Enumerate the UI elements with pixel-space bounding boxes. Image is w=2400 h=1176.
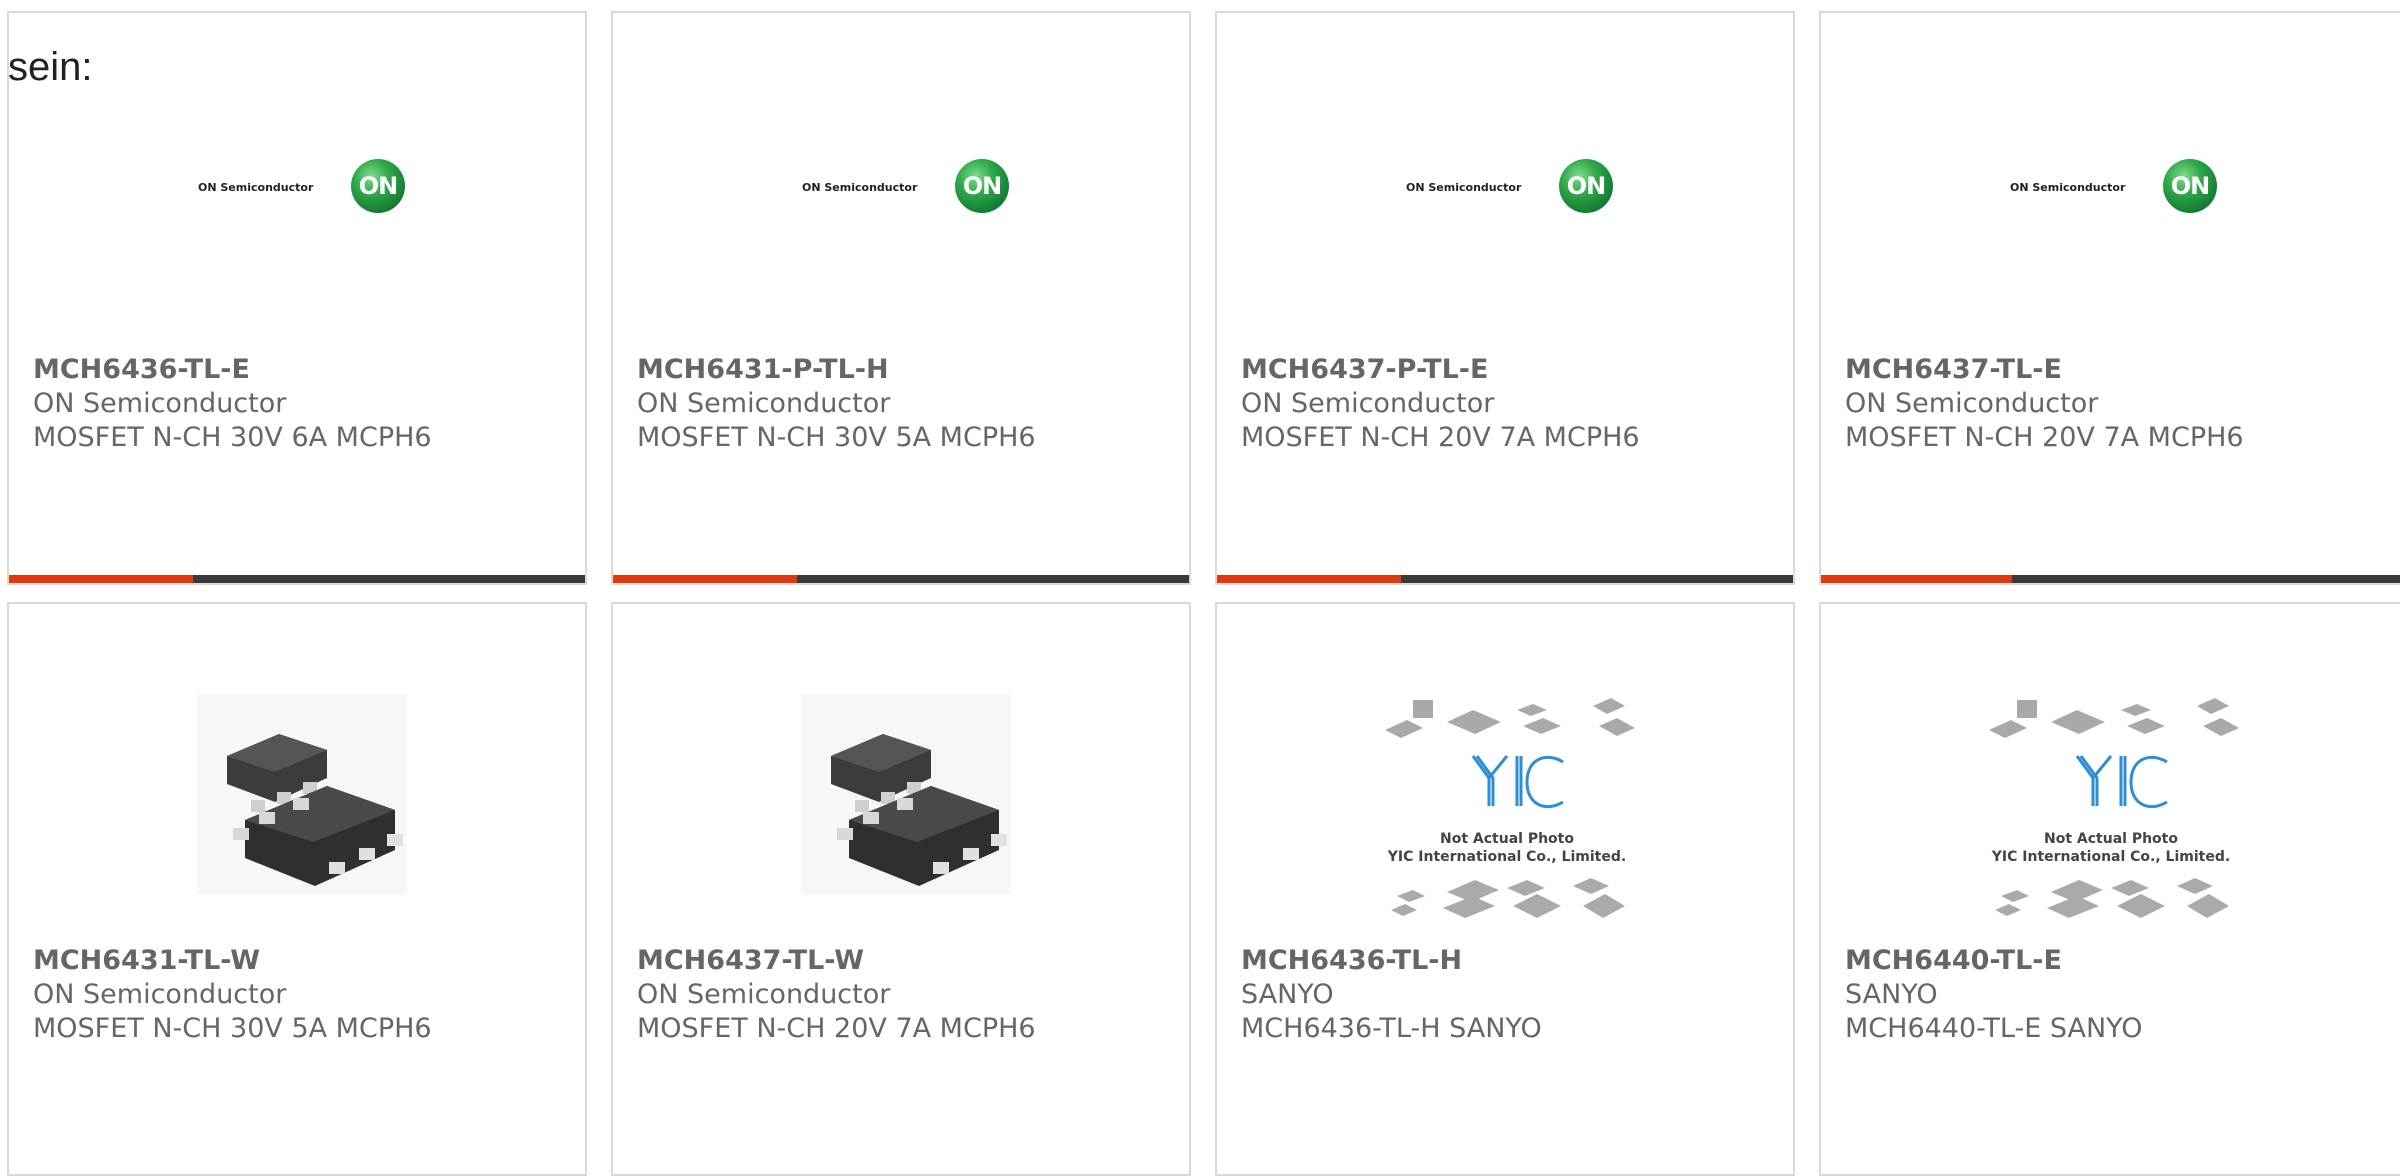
mcph6-chip-image — [197, 694, 407, 894]
part-number-link[interactable]: MCH6431-P-TL-H — [637, 353, 1179, 387]
part-number-link[interactable]: MCH6436-TL-H — [1241, 944, 1783, 978]
product-image[interactable]: ON Semiconductor ON — [613, 13, 1189, 353]
manufacturer: ON Semiconductor — [33, 979, 287, 1010]
on-semiconductor-logo: ON Semiconductor ON — [198, 157, 408, 217]
product-card[interactable]: ON Semiconductor ON MCH6436-TL-E ON Semi… — [7, 11, 587, 585]
on-semiconductor-logo-text: ON Semiconductor — [2010, 181, 2126, 194]
product-image[interactable] — [613, 604, 1189, 944]
description: MOSFET N-CH 30V 6A MCPH6 — [33, 422, 432, 453]
description: MCH6440-TL-E SANYO — [1845, 1013, 2143, 1044]
mcph6-chip-image — [801, 694, 1011, 894]
product-card[interactable]: ON Semiconductor ON MCH6437-P-TL-E ON Se… — [1215, 11, 1795, 585]
part-number-link[interactable]: MCH6436-TL-E — [33, 353, 575, 387]
description: MOSFET N-CH 20V 7A MCPH6 — [637, 1013, 1036, 1044]
part-number-link[interactable]: MCH6440-TL-E — [1845, 944, 2400, 978]
on-semiconductor-logo-text: ON Semiconductor — [1406, 181, 1522, 194]
description: MOSFET N-CH 30V 5A MCPH6 — [33, 1013, 432, 1044]
on-logo-icon: ON — [2163, 159, 2217, 213]
on-semiconductor-logo: ON Semiconductor ON — [1406, 157, 1616, 217]
product-card[interactable]: MCH6431-TL-W ON Semiconductor MOSFET N-C… — [7, 602, 587, 1176]
on-logo-icon: ON — [955, 159, 1009, 213]
part-number-link[interactable]: MCH6437-TL-E — [1845, 353, 2400, 387]
product-card[interactable]: Not Actual Photo YIC International Co., … — [1819, 602, 2400, 1176]
description: MOSFET N-CH 20V 7A MCPH6 — [1241, 422, 1640, 453]
manufacturer: ON Semiconductor — [1845, 388, 2099, 419]
product-card[interactable]: MCH6437-TL-W ON Semiconductor MOSFET N-C… — [611, 602, 1191, 1176]
product-image[interactable]: Not Actual Photo YIC International Co., … — [1217, 604, 1793, 944]
on-logo-icon: ON — [351, 159, 405, 213]
on-semiconductor-logo-text: ON Semiconductor — [198, 181, 314, 194]
product-image[interactable]: ON Semiconductor ON — [1821, 13, 2400, 353]
on-semiconductor-logo: ON Semiconductor ON — [802, 157, 1012, 217]
on-semiconductor-logo: ON Semiconductor ON — [2010, 157, 2220, 217]
product-image[interactable]: ON Semiconductor ON — [9, 13, 585, 353]
not-actual-photo-image: Not Actual Photo YIC International Co., … — [1981, 694, 2241, 934]
not-actual-photo-caption: Not Actual Photo — [1440, 831, 1574, 847]
ic-packages-icon — [1385, 698, 1635, 918]
on-logo-icon: ON — [1559, 159, 1613, 213]
yic-company-caption: YIC International Co., Limited. — [1991, 849, 2231, 865]
part-number-link[interactable]: MCH6431-TL-W — [33, 944, 575, 978]
ic-packages-icon — [1989, 698, 2239, 918]
product-image[interactable]: Not Actual Photo YIC International Co., … — [1821, 604, 2400, 944]
product-card[interactable]: Not Actual Photo YIC International Co., … — [1215, 602, 1795, 1176]
manufacturer: ON Semiconductor — [1241, 388, 1495, 419]
product-image[interactable] — [9, 604, 585, 944]
manufacturer: ON Semiconductor — [637, 979, 891, 1010]
manufacturer: ON Semiconductor — [637, 388, 891, 419]
manufacturer: SANYO — [1241, 979, 1334, 1010]
product-card[interactable]: ON Semiconductor ON MCH6437-TL-E ON Semi… — [1819, 11, 2400, 585]
description: MOSFET N-CH 20V 7A MCPH6 — [1845, 422, 2244, 453]
description: MOSFET N-CH 30V 5A MCPH6 — [637, 422, 1036, 453]
progress-bar — [613, 575, 1189, 583]
progress-bar — [1217, 575, 1793, 583]
manufacturer: ON Semiconductor — [33, 388, 287, 419]
manufacturer: SANYO — [1845, 979, 1938, 1010]
progress-bar — [9, 575, 585, 583]
on-semiconductor-logo-text: ON Semiconductor — [802, 181, 918, 194]
product-card[interactable]: ON Semiconductor ON MCH6431-P-TL-H ON Se… — [611, 11, 1191, 585]
not-actual-photo-image: Not Actual Photo YIC International Co., … — [1377, 694, 1637, 934]
description: MCH6436-TL-H SANYO — [1241, 1013, 1542, 1044]
not-actual-photo-caption: Not Actual Photo — [2044, 831, 2178, 847]
part-number-link[interactable]: MCH6437-TL-W — [637, 944, 1179, 978]
product-image[interactable]: ON Semiconductor ON — [1217, 13, 1793, 353]
intro-text: sein: — [8, 45, 93, 89]
yic-company-caption: YIC International Co., Limited. — [1387, 849, 1627, 865]
progress-bar — [1821, 575, 2400, 583]
part-number-link[interactable]: MCH6437-P-TL-E — [1241, 353, 1783, 387]
